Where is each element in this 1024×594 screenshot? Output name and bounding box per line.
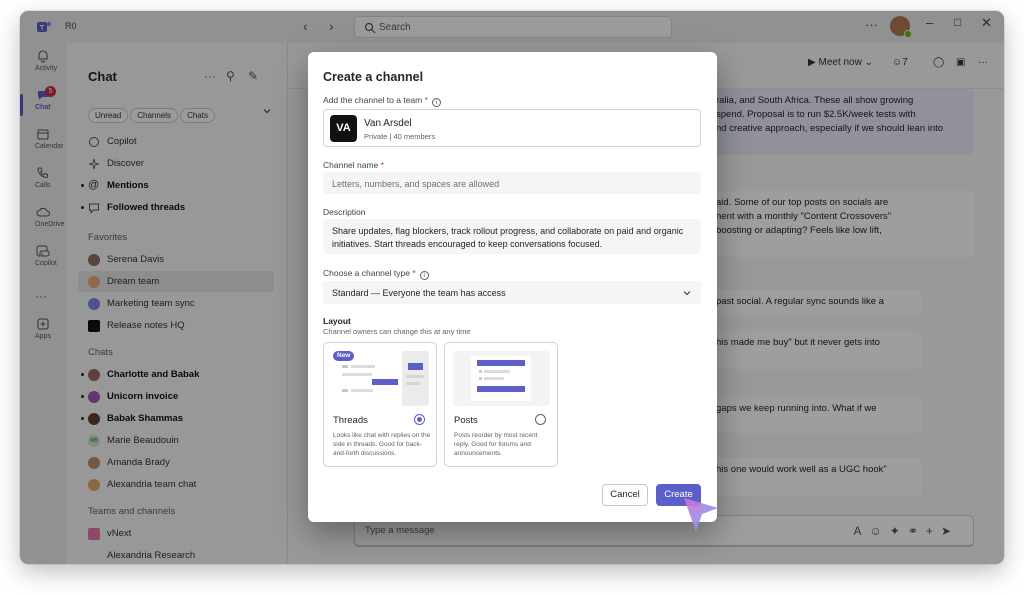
channel-name-label-text: Channel name [323, 160, 379, 170]
layout-option-posts[interactable]: Posts Posts reorder by most recent reply… [444, 342, 558, 467]
description-label: Description [323, 207, 366, 217]
channel-type-select[interactable]: Standard — Everyone the team has access [323, 281, 701, 304]
option-description: Posts reorder by most recent reply. Good… [454, 432, 538, 457]
option-name: Posts [454, 415, 478, 426]
team-label: Add the channel to a team * i [323, 95, 441, 107]
team-label-text: Add the channel to a team [323, 95, 423, 105]
channel-name-placeholder: Letters, numbers, and spaces are allowed [332, 179, 500, 189]
option-description: Looks like chat with replies on the side… [333, 432, 431, 457]
channel-type-value: Standard — Everyone the team has access [332, 288, 506, 298]
channel-name-input[interactable]: Letters, numbers, and spaces are allowed [323, 172, 701, 194]
channel-type-label-text: Choose a channel type [323, 268, 410, 278]
layout-option-threads[interactable]: New Threads Looks like chat with replies… [323, 342, 437, 467]
cancel-button[interactable]: Cancel [602, 484, 648, 506]
channel-type-label: Choose a channel type * i [323, 268, 429, 280]
layout-label: Layout [323, 316, 351, 326]
new-badge: New [333, 351, 355, 361]
posts-preview [453, 351, 550, 406]
posts-radio[interactable] [535, 414, 546, 425]
create-channel-dialog: Create a channel Add the channel to a te… [308, 52, 717, 522]
team-picker[interactable]: VA Van Arsdel Private | 40 members [323, 109, 701, 147]
option-name: Threads [333, 415, 368, 426]
required-marker: * [424, 95, 428, 105]
channel-name-label: Channel name * [323, 160, 384, 170]
team-logo-icon: VA [330, 115, 357, 142]
description-value: Share updates, flag blockers, track roll… [332, 226, 684, 249]
description-textarea[interactable]: Share updates, flag blockers, track roll… [323, 219, 701, 254]
team-name: Van Arsdel [364, 118, 412, 129]
posts-preview-illustration [471, 356, 531, 401]
layout-sublabel: Channel owners can change this at any ti… [323, 327, 471, 336]
dialog-title: Create a channel [323, 70, 424, 84]
chevron-down-icon [683, 291, 691, 296]
pointer-cursor-icon [684, 498, 718, 532]
required-marker: * [380, 160, 384, 170]
info-icon[interactable]: i [431, 98, 441, 107]
info-icon[interactable]: i [419, 271, 429, 280]
threads-radio[interactable] [414, 414, 425, 425]
team-meta: Private | 40 members [364, 132, 436, 141]
required-marker: * [412, 268, 416, 278]
